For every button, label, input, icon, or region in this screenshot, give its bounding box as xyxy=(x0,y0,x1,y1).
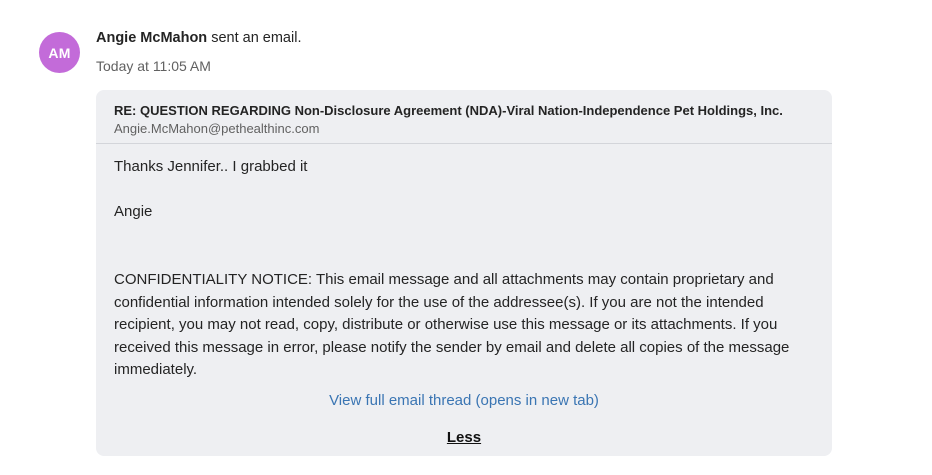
email-card: RE: QUESTION REGARDING Non-Disclosure Ag… xyxy=(96,90,832,456)
avatar[interactable]: AM xyxy=(39,32,80,73)
view-full-thread-link[interactable]: View full email thread (opens in new tab… xyxy=(96,390,832,412)
timestamp: Today at 11:05 AM xyxy=(96,58,211,74)
email-subject: RE: QUESTION REGARDING Non-Disclosure Ag… xyxy=(114,103,783,118)
action-text: sent an email. xyxy=(207,30,302,46)
email-from-address: Angie.McMahon@pethealthinc.com xyxy=(114,121,320,136)
email-body-line: Thanks Jennifer.. I grabbed it xyxy=(114,158,308,175)
email-card-header: RE: QUESTION REGARDING Non-Disclosure Ag… xyxy=(96,90,832,144)
less-button[interactable]: Less xyxy=(96,427,832,449)
email-activity-item: AM Angie McMahon sent an email. Today at… xyxy=(0,0,932,475)
activity-headline: Angie McMahon sent an email. xyxy=(96,29,301,47)
sender-name[interactable]: Angie McMahon xyxy=(96,30,207,46)
confidentiality-notice: CONFIDENTIALITY NOTICE: This email messa… xyxy=(114,271,790,378)
email-signature: Angie xyxy=(114,203,153,220)
avatar-initials: AM xyxy=(48,44,71,61)
